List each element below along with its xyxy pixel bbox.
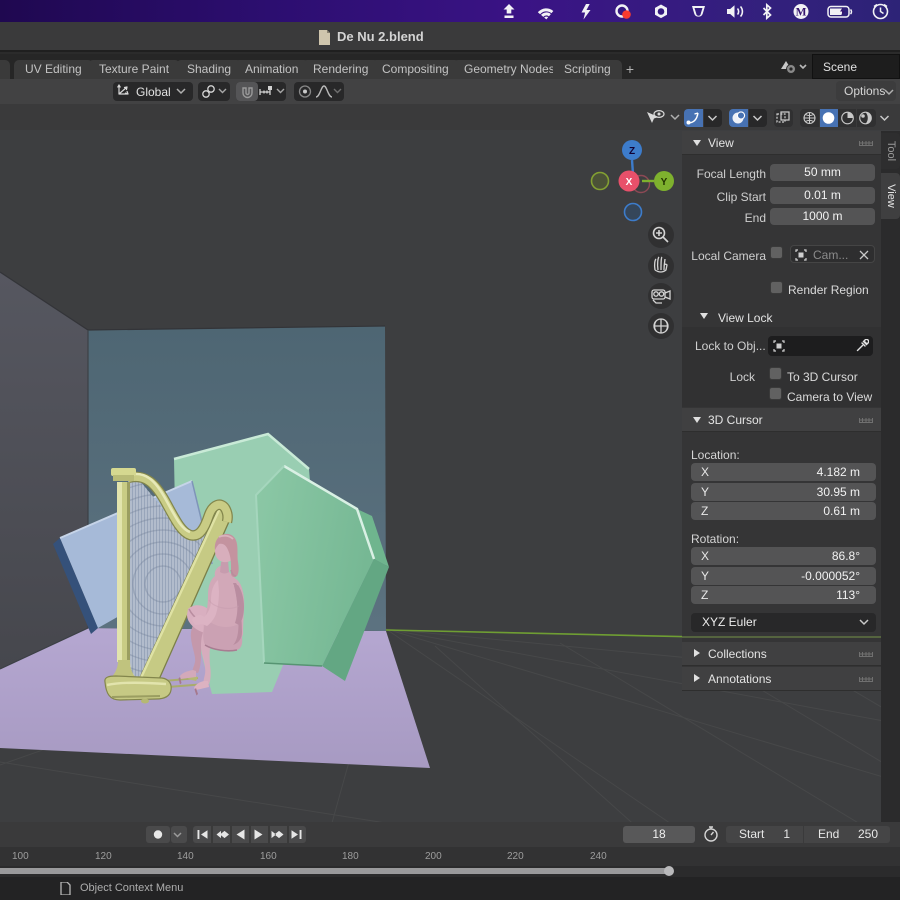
svg-text:M: M	[796, 7, 807, 19]
svg-text:Y: Y	[661, 177, 668, 188]
svg-text:Z: Z	[629, 146, 635, 157]
svg-text:X: X	[626, 177, 633, 188]
